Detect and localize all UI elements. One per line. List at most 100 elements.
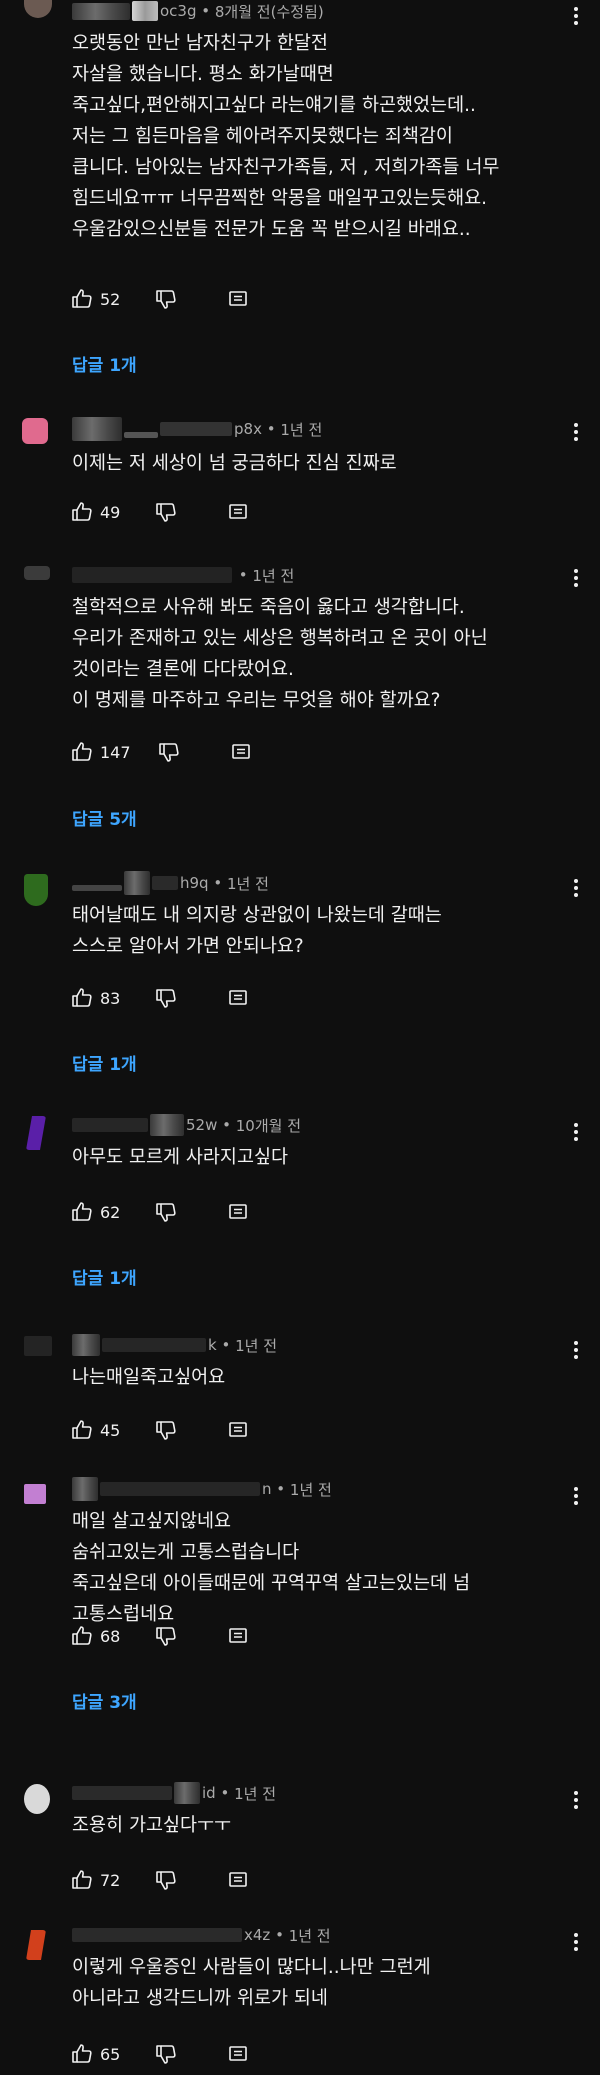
reply-icon[interactable]	[226, 2042, 250, 2066]
like-icon[interactable]	[70, 2042, 94, 2066]
reply-icon[interactable]	[226, 1624, 250, 1648]
dislike-icon[interactable]	[154, 1624, 178, 1648]
comment-meta: p8x • 1년 전	[72, 417, 322, 441]
view-replies-button[interactable]: 답글 1개	[72, 351, 137, 376]
reply-icon[interactable]	[229, 740, 253, 764]
more-options-button[interactable]	[564, 1484, 588, 1508]
more-options-button[interactable]	[564, 1788, 588, 1812]
comment-actions: 83	[70, 984, 250, 1012]
avatar[interactable]	[26, 1116, 46, 1150]
handle-tail[interactable]: k	[208, 1336, 217, 1354]
comment-text: 나는매일죽고싶어요	[72, 1367, 226, 1388]
like-count: 72	[100, 1870, 121, 1890]
view-replies-button[interactable]: 답글 3개	[72, 1688, 137, 1713]
dislike-icon[interactable]	[154, 2042, 178, 2066]
avatar[interactable]	[24, 1336, 52, 1356]
handle-tail[interactable]: id	[202, 1784, 216, 1802]
redacted-handle[interactable]	[72, 1928, 242, 1942]
handle-tail[interactable]: n	[262, 1480, 272, 1498]
avatar[interactable]	[26, 1930, 46, 1960]
like-icon[interactable]	[70, 500, 94, 524]
like-icon[interactable]	[70, 1200, 94, 1224]
handle-tail[interactable]: h9q	[180, 874, 209, 892]
more-options-button[interactable]	[564, 4, 588, 28]
meta-separator: •	[215, 1784, 235, 1802]
like-icon[interactable]	[70, 1868, 94, 1892]
redacted-handle[interactable]	[72, 567, 232, 583]
like-count: 49	[100, 502, 121, 522]
view-replies-button[interactable]: 답글 1개	[72, 1050, 137, 1075]
more-options-button[interactable]	[564, 876, 588, 900]
comment-actions: 72	[70, 1866, 250, 1894]
like-icon[interactable]	[70, 287, 94, 311]
handle-tail[interactable]: oc3g	[160, 2, 197, 20]
more-vert-icon	[574, 7, 578, 25]
more-options-button[interactable]	[564, 566, 588, 590]
like-icon[interactable]	[70, 986, 94, 1010]
avatar[interactable]	[24, 1784, 50, 1814]
redacted-handle[interactable]	[72, 417, 122, 441]
redacted-handle[interactable]	[72, 1786, 172, 1800]
avatar[interactable]	[24, 874, 48, 906]
meta-separator: •	[217, 1116, 236, 1134]
timestamp: 1년 전	[289, 1480, 332, 1499]
dislike-icon[interactable]	[154, 500, 178, 524]
view-replies-button[interactable]: 답글 5개	[72, 805, 137, 830]
timestamp: 1년 전	[235, 1336, 277, 1355]
meta-separator: •	[216, 1336, 236, 1354]
redacted-handle[interactable]	[72, 1477, 98, 1501]
reply-icon[interactable]	[226, 1200, 250, 1224]
reply-icon[interactable]	[226, 1868, 250, 1892]
handle-tail[interactable]: p8x	[234, 420, 262, 438]
dislike-icon[interactable]	[154, 1418, 178, 1442]
redacted-handle[interactable]	[72, 1334, 100, 1356]
redacted-handle	[102, 1338, 206, 1352]
dislike-icon[interactable]	[154, 1868, 178, 1892]
avatar[interactable]	[24, 566, 50, 580]
timestamp: 10개월 전	[235, 1116, 302, 1135]
comment-text: 매일 살고싶지않네요 숨쉬고있는게 고통스럽습니다 죽고싶은데 아이들때문에 꾸…	[72, 1511, 470, 1625]
avatar[interactable]	[24, 0, 52, 18]
avatar[interactable]	[24, 1484, 46, 1504]
redacted-handle[interactable]	[72, 885, 122, 891]
dislike-icon[interactable]	[154, 1200, 178, 1224]
comment-actions: 62	[70, 1198, 250, 1226]
reply-icon[interactable]	[226, 1418, 250, 1442]
more-options-button[interactable]	[564, 420, 588, 444]
meta-separator: •	[270, 1926, 289, 1944]
comment-text: 오랫동안 만난 남자친구가 한달전 자살을 했습니다. 평소 화가날때면 죽고싶…	[72, 33, 500, 240]
redacted-handle	[124, 432, 158, 438]
more-options-button[interactable]	[564, 1120, 588, 1144]
reply-icon[interactable]	[226, 500, 250, 524]
more-vert-icon	[574, 569, 578, 587]
more-options-button[interactable]	[564, 1338, 588, 1362]
more-options-button[interactable]	[564, 1930, 588, 1954]
more-vert-icon	[574, 879, 578, 897]
more-vert-icon	[574, 1487, 578, 1505]
redacted-handle	[100, 1482, 260, 1496]
reply-icon[interactable]	[226, 287, 250, 311]
comment-meta: 52w • 10개월 전	[72, 1114, 301, 1136]
avatar[interactable]	[22, 418, 48, 444]
dislike-icon[interactable]	[157, 740, 181, 764]
handle-tail[interactable]: x4z	[244, 1926, 270, 1944]
handle-tail[interactable]: 52w	[186, 1116, 217, 1134]
more-vert-icon	[574, 1341, 578, 1359]
redacted-handle[interactable]	[72, 2, 130, 20]
timestamp: 1년 전	[252, 566, 295, 585]
comment-actions: 52	[70, 285, 250, 313]
like-icon[interactable]	[70, 1624, 94, 1648]
like-icon[interactable]	[70, 740, 94, 764]
dislike-icon[interactable]	[154, 986, 178, 1010]
comment-actions: 147	[70, 738, 253, 766]
like-icon[interactable]	[70, 1418, 94, 1442]
timestamp: 1년 전	[226, 874, 269, 893]
more-vert-icon	[574, 1123, 578, 1141]
redacted-handle	[160, 422, 232, 436]
redacted-handle[interactable]	[72, 1118, 148, 1132]
reply-icon[interactable]	[226, 986, 250, 1010]
view-replies-button[interactable]: 답글 1개	[72, 1264, 137, 1289]
comment-meta: • 1년 전	[72, 564, 294, 586]
dislike-icon[interactable]	[154, 287, 178, 311]
comment-meta: oc3g • 8개월 전(수정됨)	[72, 0, 324, 22]
